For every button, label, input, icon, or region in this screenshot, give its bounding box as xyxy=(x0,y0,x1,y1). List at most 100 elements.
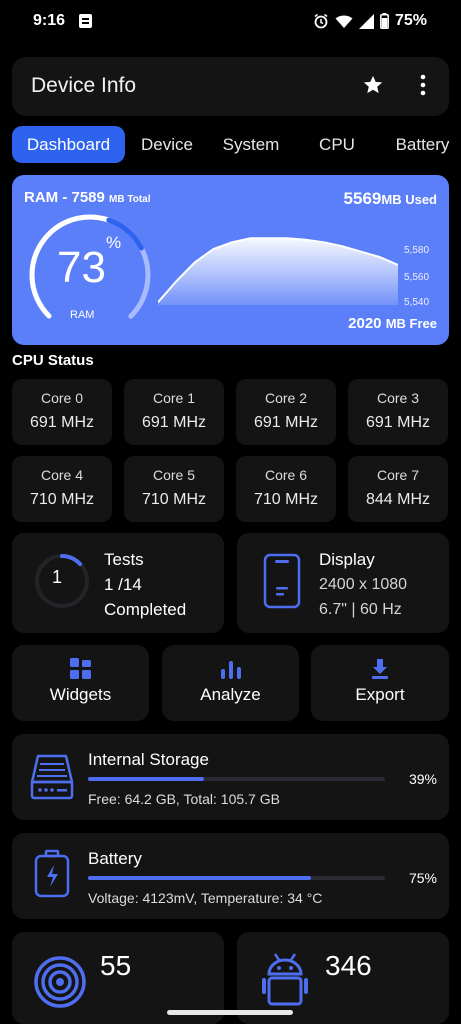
core-card[interactable]: Core 2 691 MHz xyxy=(236,379,336,445)
ram-ytick-1: 5,580 xyxy=(404,245,430,256)
battery-card[interactable]: Battery 75% Voltage: 4123mV, Temperature… xyxy=(12,833,449,919)
tab-system[interactable]: System xyxy=(214,126,288,163)
app-title: Device Info xyxy=(31,74,137,97)
analyze-label: Analyze xyxy=(200,685,261,704)
tab-dashboard[interactable]: Dashboard xyxy=(12,126,125,163)
core-name: Core 5 xyxy=(152,467,196,483)
storage-progress-fill xyxy=(88,777,204,781)
ram-title: RAM - 7589 MB Total xyxy=(24,189,151,206)
core-card[interactable]: Core 6 710 MHz xyxy=(236,456,336,522)
core-card[interactable]: Core 7 844 MHz xyxy=(348,456,448,522)
more-options-icon[interactable] xyxy=(416,74,430,96)
storage-progress-bar xyxy=(88,777,385,781)
display-label: Display xyxy=(319,550,375,569)
analyze-button[interactable]: Analyze xyxy=(162,645,299,721)
core-card[interactable]: Core 3 691 MHz xyxy=(348,379,448,445)
ram-free: 2020 MB Free xyxy=(348,315,437,332)
tab-cpu[interactable]: CPU xyxy=(310,126,364,163)
battery-detail: Voltage: 4123mV, Temperature: 34 °C xyxy=(88,890,323,906)
core-name: Core 1 xyxy=(152,390,196,406)
ram-used-unit: MB Used xyxy=(381,192,437,207)
ram-percent: 73% xyxy=(57,233,121,293)
phone-icon xyxy=(263,553,301,609)
core-name: Core 4 xyxy=(40,467,84,483)
tests-info: Tests 1 /14 Completed xyxy=(104,547,186,622)
widgets-button[interactable]: Widgets xyxy=(12,645,149,721)
battery-percent-label: 75% xyxy=(408,870,437,886)
tests-progress: 1 /14 xyxy=(104,575,142,594)
tests-status: Completed xyxy=(104,600,187,619)
display-resolution: 2400 x 1080 xyxy=(319,576,408,593)
notification-icon xyxy=(79,14,92,28)
battery-progress-bar xyxy=(88,876,385,880)
tests-count: 1 xyxy=(52,567,63,587)
core-card[interactable]: Core 1 691 MHz xyxy=(124,379,224,445)
cpu-status-title: CPU Status xyxy=(12,352,94,369)
sensors-count: 55 xyxy=(100,950,132,981)
core-name: Core 2 xyxy=(264,390,308,406)
core-frequency: 691 MHz xyxy=(365,414,431,431)
ram-used: 5569MB Used xyxy=(344,189,437,209)
status-right: 75% xyxy=(313,12,427,30)
android-icon xyxy=(262,953,308,1006)
storage-title: Internal Storage xyxy=(88,750,209,769)
gesture-nav-handle[interactable] xyxy=(167,1010,293,1015)
ram-free-value: 2020 xyxy=(348,315,382,332)
core-name: Core 3 xyxy=(376,390,420,406)
core-frequency: 710 MHz xyxy=(29,491,95,508)
star-icon[interactable] xyxy=(362,74,384,96)
export-button[interactable]: Export xyxy=(311,645,449,721)
core-name: Core 7 xyxy=(376,467,420,483)
storage-percent: 39% xyxy=(408,771,437,787)
tab-battery[interactable]: Battery xyxy=(384,126,461,163)
core-frequency: 691 MHz xyxy=(141,414,207,431)
core-frequency: 844 MHz xyxy=(365,491,431,508)
status-bar: 9:16 75% xyxy=(0,0,461,44)
ram-total: RAM - 7589 xyxy=(24,189,105,206)
ram-used-value: 5569 xyxy=(343,189,382,208)
status-time: 9:16 xyxy=(33,12,66,29)
core-name: Core 0 xyxy=(40,390,84,406)
alarm-icon xyxy=(314,13,328,29)
battery-percent: 75% xyxy=(394,12,427,29)
wifi-icon xyxy=(335,15,353,28)
tests-card[interactable]: 1 Tests 1 /14 Completed xyxy=(12,533,224,633)
widgets-label: Widgets xyxy=(49,685,112,704)
signal-icon xyxy=(358,13,374,29)
ram-ytick-2: 5,560 xyxy=(404,272,430,283)
core-frequency: 691 MHz xyxy=(253,414,319,431)
bar-chart-icon xyxy=(220,661,241,679)
ram-usage-chart xyxy=(158,237,398,305)
display-card[interactable]: Display 2400 x 1080 6.7" | 60 Hz xyxy=(237,533,449,633)
tab-device[interactable]: Device xyxy=(132,126,202,163)
download-icon xyxy=(372,659,388,679)
tests-label: Tests xyxy=(104,550,144,569)
core-card[interactable]: Core 5 710 MHz xyxy=(124,456,224,522)
ram-label: RAM xyxy=(70,309,95,321)
battery-charging-icon xyxy=(34,849,70,898)
core-frequency: 691 MHz xyxy=(29,414,95,431)
core-frequency: 710 MHz xyxy=(141,491,207,508)
ram-area-fill xyxy=(158,238,398,305)
ram-percent-sign: % xyxy=(105,233,122,253)
ram-ytick-3: 5,540 xyxy=(404,297,430,308)
core-frequency: 710 MHz xyxy=(253,491,319,508)
display-info: Display 2400 x 1080 6.7" | 60 Hz xyxy=(319,547,407,622)
core-card[interactable]: Core 4 710 MHz xyxy=(12,456,112,522)
widgets-icon xyxy=(69,658,91,679)
ram-percent-value: 73 xyxy=(57,243,106,292)
ram-free-unit: MB Free xyxy=(385,316,437,331)
sensors-icon xyxy=(34,956,86,1008)
storage-icon xyxy=(30,754,74,800)
apps-count: 346 xyxy=(325,950,372,981)
tab-bar: Dashboard Device System CPU Battery xyxy=(0,126,461,164)
ram-card[interactable]: RAM - 7589 MB Total 5569MB Used 73% RAM … xyxy=(12,175,449,345)
core-name: Core 6 xyxy=(264,467,308,483)
ram-total-unit: MB Total xyxy=(109,194,151,205)
internal-storage-card[interactable]: Internal Storage 39% Free: 64.2 GB, Tota… xyxy=(12,734,449,820)
core-card[interactable]: Core 0 691 MHz xyxy=(12,379,112,445)
display-spec: 6.7" | 60 Hz xyxy=(319,601,402,618)
battery-status-icon xyxy=(380,13,389,29)
battery-title: Battery xyxy=(88,849,142,868)
battery-progress-fill xyxy=(88,876,311,880)
